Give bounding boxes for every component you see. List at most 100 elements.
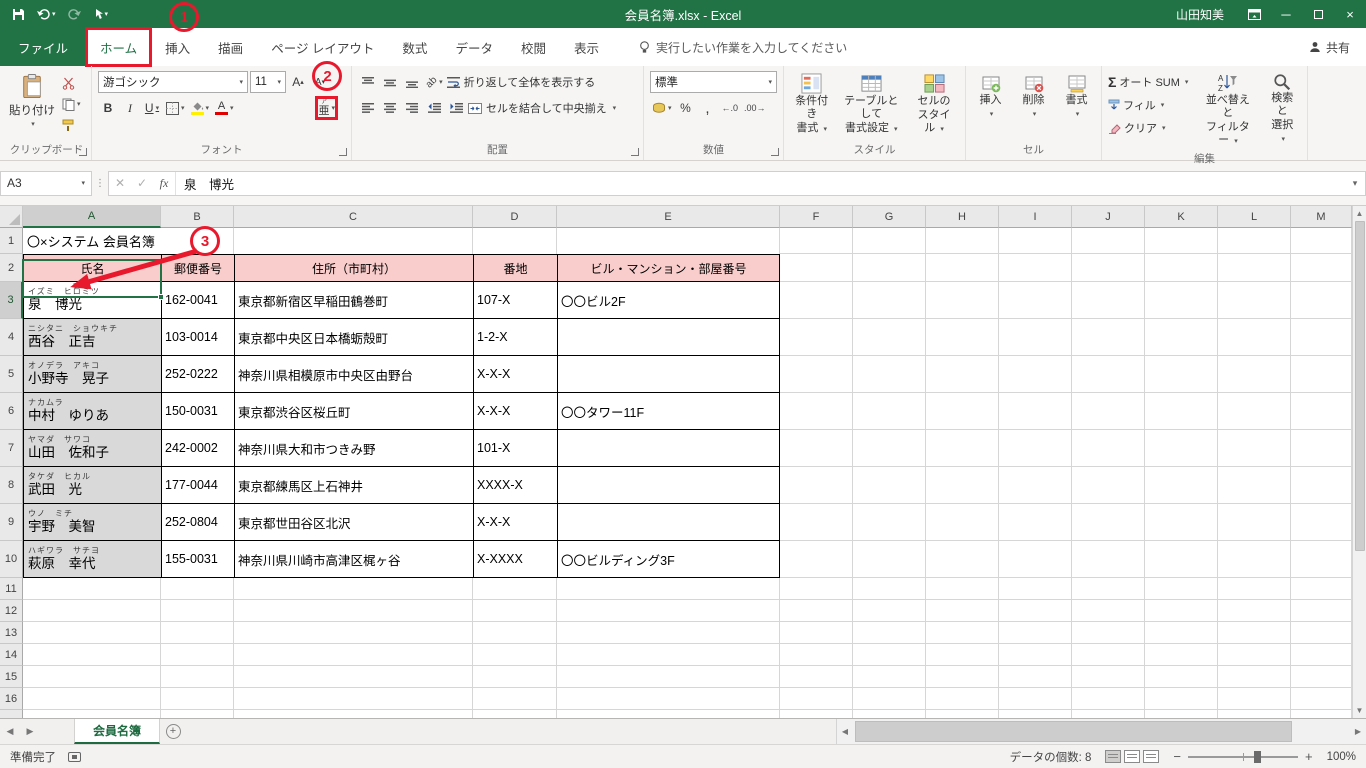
cell[interactable]	[926, 644, 999, 666]
horizontal-scroll-thumb[interactable]	[855, 721, 1293, 742]
cell[interactable]	[234, 710, 473, 718]
align-left-button[interactable]	[358, 97, 378, 119]
cell-C4[interactable]: 東京都中央区日本橋蛎殻町	[234, 319, 473, 356]
cell[interactable]	[853, 467, 926, 504]
column-header-D[interactable]: D	[473, 206, 557, 228]
column-header-M[interactable]: M	[1291, 206, 1352, 228]
row-header-8[interactable]: 8	[0, 467, 23, 504]
cell[interactable]	[1218, 467, 1291, 504]
cell[interactable]	[780, 666, 853, 688]
table-header-cell[interactable]: ビル・マンション・部屋番号	[557, 254, 780, 282]
format-as-table-button[interactable]: テーブルとして 書式設定 ▾	[837, 71, 905, 138]
column-header-G[interactable]: G	[853, 206, 926, 228]
normal-view-button[interactable]	[1105, 750, 1122, 763]
cell[interactable]	[1291, 622, 1352, 644]
cell-A5[interactable]: オノデラ アキコ 小野寺 晃子	[23, 356, 161, 393]
cell[interactable]	[780, 600, 853, 622]
page-break-view-button[interactable]	[1143, 750, 1160, 763]
save-button[interactable]	[8, 3, 29, 25]
cell[interactable]	[1072, 622, 1145, 644]
cell[interactable]	[853, 644, 926, 666]
table-header-cell[interactable]: 番地	[473, 254, 557, 282]
cell[interactable]	[1072, 710, 1145, 718]
cell-A8[interactable]: タケダ ヒカル 武田 光	[23, 467, 161, 504]
alignment-dialog-launcher[interactable]	[631, 148, 639, 156]
cell[interactable]	[853, 710, 926, 718]
row-header-2[interactable]: 2	[0, 254, 23, 282]
row-header-14[interactable]: 14	[0, 644, 23, 666]
cell[interactable]	[926, 393, 999, 430]
cell[interactable]	[557, 622, 780, 644]
cell[interactable]	[1291, 541, 1352, 578]
tab-review[interactable]: 校閲	[507, 28, 560, 66]
cell[interactable]	[234, 666, 473, 688]
cell-E9[interactable]	[557, 504, 780, 541]
cell[interactable]	[926, 430, 999, 467]
cell[interactable]	[1145, 710, 1218, 718]
align-right-button[interactable]	[402, 97, 422, 119]
cell[interactable]	[999, 254, 1072, 282]
insert-function-icon[interactable]: fx	[153, 176, 175, 191]
cell[interactable]	[23, 644, 161, 666]
row-header-15[interactable]: 15	[0, 666, 23, 688]
cell[interactable]	[1145, 622, 1218, 644]
row-header-6[interactable]: 6	[0, 393, 23, 430]
font-color-button[interactable]: A ▾	[213, 97, 236, 119]
conditional-formatting-button[interactable]: 条件付き 書式 ▾	[790, 71, 833, 138]
cell[interactable]	[557, 228, 780, 254]
cell[interactable]	[1145, 228, 1218, 254]
cell[interactable]	[1291, 666, 1352, 688]
cell[interactable]	[1218, 228, 1291, 254]
cell[interactable]	[1291, 319, 1352, 356]
cell[interactable]	[1291, 600, 1352, 622]
cell[interactable]	[1218, 600, 1291, 622]
cell-B6[interactable]: 150-0031	[161, 393, 234, 430]
cell[interactable]	[23, 666, 161, 688]
cell[interactable]	[473, 688, 557, 710]
formula-input[interactable]: 泉 博光	[175, 171, 1345, 195]
align-center-button[interactable]	[380, 97, 400, 119]
zoom-out-button[interactable]: −	[1173, 749, 1181, 764]
column-header-B[interactable]: B	[161, 206, 234, 228]
cell[interactable]	[999, 710, 1072, 718]
cell[interactable]	[1145, 467, 1218, 504]
wrap-text-button[interactable]: 折り返して全体を表示する	[446, 71, 595, 93]
cell-B3[interactable]: 162-0041	[161, 282, 234, 319]
number-format-combo[interactable]: 標準 ▾	[650, 71, 777, 93]
cell[interactable]	[1218, 666, 1291, 688]
cell[interactable]	[780, 541, 853, 578]
phonetic-guide-button[interactable]: ア 亜 ▾ 2	[312, 61, 343, 120]
cell[interactable]	[557, 666, 780, 688]
cell[interactable]	[1072, 578, 1145, 600]
cell[interactable]	[780, 688, 853, 710]
sheet-nav-left-icon[interactable]: ◀	[0, 719, 20, 744]
column-header-K[interactable]: K	[1145, 206, 1218, 228]
cell[interactable]	[1145, 254, 1218, 282]
cell[interactable]	[161, 688, 234, 710]
cell-C7[interactable]: 神奈川県大和市つきみ野	[234, 430, 473, 467]
cell-B10[interactable]: 155-0031	[161, 541, 234, 578]
row-header-3[interactable]: 3	[0, 282, 23, 319]
enter-icon[interactable]: ✓	[131, 176, 153, 190]
cell-E10[interactable]: 〇〇ビルディング3F	[557, 541, 780, 578]
cell[interactable]	[23, 578, 161, 600]
tab-formulas[interactable]: 数式	[388, 28, 441, 66]
cell-E5[interactable]	[557, 356, 780, 393]
decrease-indent-button[interactable]	[424, 97, 444, 119]
cell[interactable]	[1145, 504, 1218, 541]
name-box-splitter[interactable]: ⋮	[92, 178, 108, 189]
cell[interactable]	[234, 578, 473, 600]
share-button[interactable]: 共有	[1309, 28, 1366, 66]
cancel-icon[interactable]: ✕	[109, 176, 131, 190]
new-sheet-button[interactable]: +	[160, 719, 186, 744]
cell-C5[interactable]: 神奈川県相模原市中央区由野台	[234, 356, 473, 393]
cell[interactable]	[1145, 356, 1218, 393]
touch-mode-button[interactable]: ▾	[89, 3, 113, 25]
cell-B4[interactable]: 103-0014	[161, 319, 234, 356]
cell[interactable]	[1291, 228, 1352, 254]
cell[interactable]	[999, 622, 1072, 644]
fill-button[interactable]: フィル ▾	[1108, 94, 1188, 116]
cell-B8[interactable]: 177-0044	[161, 467, 234, 504]
row-header-7[interactable]: 7	[0, 430, 23, 467]
format-painter-button[interactable]	[60, 115, 83, 135]
